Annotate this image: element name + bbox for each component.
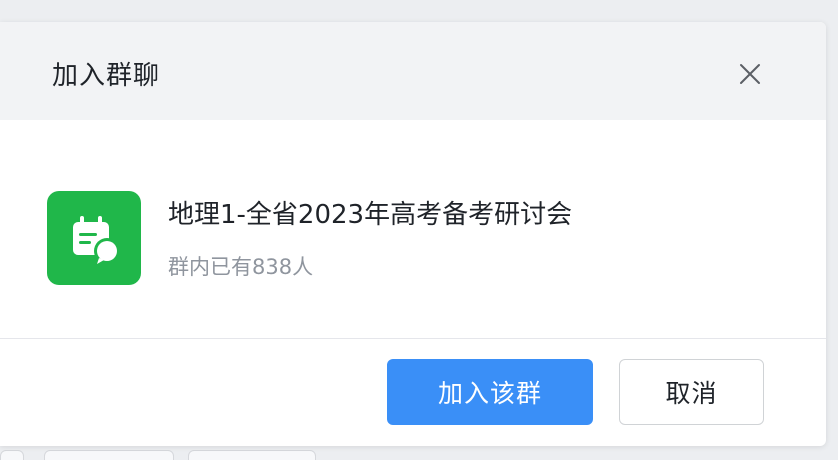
group-name: 地理1-全省2023年高考备考研讨会 — [168, 200, 573, 230]
cancel-button[interactable]: 取消 — [619, 359, 764, 425]
member-count: 群内已有838人 — [168, 255, 314, 279]
close-icon — [740, 64, 760, 84]
page: 加入群聊 地理1-全省2023年高考备考研讨会 群内已有838人 加入该群 取消 — [0, 0, 838, 460]
background-tab — [0, 450, 24, 460]
dialog-header: 加入群聊 — [0, 22, 826, 120]
close-button[interactable] — [736, 60, 764, 88]
divider — [0, 338, 826, 339]
background-tab — [44, 450, 174, 460]
calendar-chat-icon — [73, 216, 120, 264]
group-avatar — [47, 191, 141, 285]
dialog-title: 加入群聊 — [52, 61, 161, 91]
join-group-button[interactable]: 加入该群 — [387, 359, 593, 425]
join-group-dialog: 加入群聊 地理1-全省2023年高考备考研讨会 群内已有838人 加入该群 取消 — [0, 22, 826, 446]
background-tab — [188, 450, 316, 460]
